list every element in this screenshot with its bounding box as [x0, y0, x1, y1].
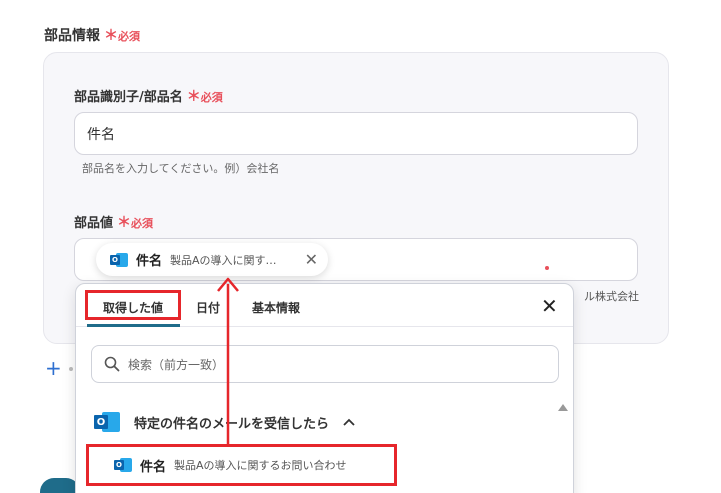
- part-name-value: 件名: [87, 126, 115, 143]
- divider-dot: [69, 367, 73, 371]
- section-title-label: 部品情報: [44, 28, 100, 44]
- outlook-icon: O: [110, 252, 128, 268]
- cursor-dot: [545, 266, 549, 270]
- chip-value: 製品Aの導入に関す…: [170, 253, 277, 267]
- field-name-label: 部品識別子/部品名: [74, 90, 183, 105]
- highlight-box-tab: [85, 290, 181, 320]
- add-icon[interactable]: +: [45, 356, 62, 380]
- highlight-box-item: [86, 444, 397, 486]
- required-star: ＊: [104, 28, 118, 44]
- search-placeholder: 検索（前方一致）: [128, 357, 225, 372]
- field-value-label: 部品値: [74, 216, 114, 231]
- group-label: 特定の件名のメールを受信したら: [134, 416, 330, 432]
- close-icon[interactable]: ✕: [541, 296, 558, 316]
- part-name-hint: 部品名を入力してください。例）会社名: [82, 162, 280, 175]
- subject-chip[interactable]: O 件名 製品Aの導入に関す… ✕: [96, 243, 328, 276]
- search-icon: [104, 356, 120, 372]
- required-label: 必須: [200, 91, 223, 104]
- part-name-input[interactable]: 件名: [74, 112, 638, 155]
- trigger-group[interactable]: O 特定の件名のメールを受信したら: [94, 411, 355, 433]
- required-star: ＊: [117, 215, 132, 231]
- required-star: ＊: [186, 89, 201, 105]
- obscured-hint-text: ル株式会社: [584, 290, 639, 303]
- field-name-label-row: 部品識別子/部品名 ＊必須: [74, 86, 223, 106]
- close-icon[interactable]: ✕: [305, 250, 318, 269]
- scroll-up-icon[interactable]: [558, 404, 568, 411]
- chip-title: 件名: [136, 254, 163, 269]
- bottom-button[interactable]: [40, 478, 80, 493]
- required-label: 必須: [118, 30, 140, 43]
- tab-basic-info[interactable]: 基本情報: [252, 299, 300, 316]
- outlook-icon: O: [94, 411, 120, 433]
- required-label: 必須: [131, 217, 154, 230]
- tab-date[interactable]: 日付: [196, 299, 220, 316]
- chevron-up-icon: [343, 418, 355, 426]
- search-input[interactable]: 検索（前方一致）: [91, 345, 559, 383]
- section-title: 部品情報 ＊必須: [44, 25, 140, 45]
- active-tab-indicator: [87, 324, 180, 327]
- field-value-label-row: 部品値 ＊必須: [74, 212, 153, 232]
